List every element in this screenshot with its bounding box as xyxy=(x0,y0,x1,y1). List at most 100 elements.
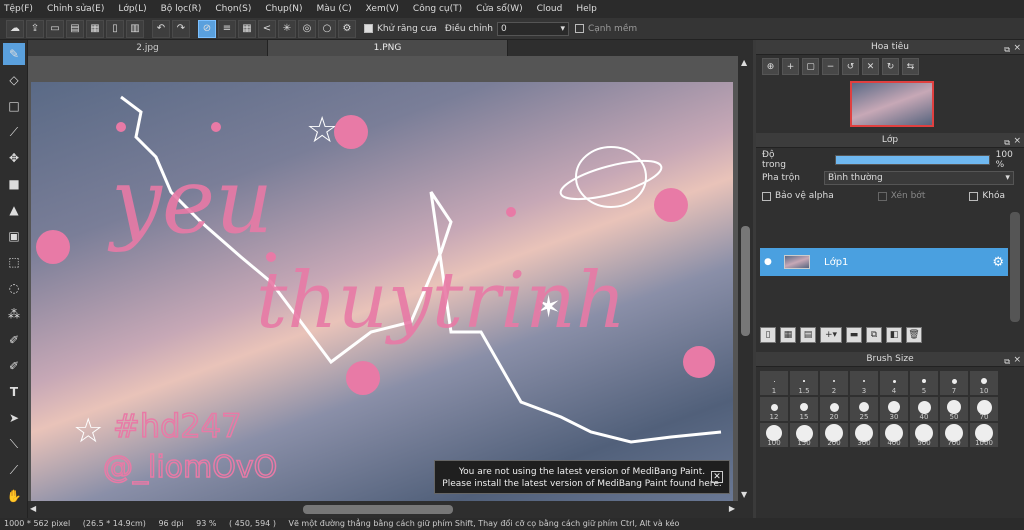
brush-size-23[interactable]: 1000 xyxy=(970,423,998,447)
lock-checkbox[interactable] xyxy=(969,191,979,201)
brush-size-7[interactable]: 10 xyxy=(970,371,998,395)
chat-icon[interactable]: ▤ xyxy=(66,19,84,38)
dot-tool-icon[interactable]: □ xyxy=(3,95,25,117)
menu-item-9[interactable]: Cửa sổ(W) xyxy=(476,4,522,14)
shape-fill-tool-icon[interactable]: ■ xyxy=(3,173,25,195)
brush-size-9[interactable]: 15 xyxy=(790,397,818,421)
gradient-tool-icon[interactable]: ▣ xyxy=(3,225,25,247)
drawing-canvas[interactable]: ☆ ✶ ☆ yeu thuytrinh #hd247 @_liomOvO xyxy=(31,82,733,501)
flip-icon[interactable]: ⇆ xyxy=(902,58,919,75)
perspective-snap-icon[interactable]: < xyxy=(258,19,276,38)
select-pen-tool-icon[interactable]: ✐ xyxy=(3,329,25,351)
brush-size-14[interactable]: 50 xyxy=(940,397,968,421)
new-layer-icon[interactable]: ▯ xyxy=(760,327,776,343)
zoom-in-icon[interactable]: + xyxy=(782,58,799,75)
brush-size-13[interactable]: 40 xyxy=(910,397,938,421)
reset-rotation-icon[interactable]: ✕ xyxy=(862,58,879,75)
brush-size-5[interactable]: 5 xyxy=(910,371,938,395)
merge-icon[interactable]: ⧉ xyxy=(866,327,882,343)
menu-item-5[interactable]: Chụp(N) xyxy=(265,4,302,14)
opacity-slider[interactable] xyxy=(834,155,990,165)
fit-icon[interactable]: ▢ xyxy=(802,58,819,75)
close-icon[interactable]: × xyxy=(1013,41,1021,56)
redo-icon[interactable]: ↷ xyxy=(172,19,190,38)
undo-icon[interactable]: ↶ xyxy=(152,19,170,38)
brush-size-17[interactable]: 150 xyxy=(790,423,818,447)
scroll-up-icon[interactable]: ▲ xyxy=(741,58,747,67)
circle-snap-icon[interactable]: ◎ xyxy=(298,19,316,38)
parallel-snap-icon[interactable]: ≡ xyxy=(218,19,236,38)
horizontal-scroll-thumb[interactable] xyxy=(303,505,453,514)
comment-icon[interactable]: ▭ xyxy=(46,19,64,38)
brush-size-15[interactable]: 70 xyxy=(970,397,998,421)
curve-snap-icon[interactable]: ○ xyxy=(318,19,336,38)
brush-size-0[interactable]: 1 xyxy=(760,371,788,395)
rotate-left-icon[interactable]: ↺ xyxy=(842,58,859,75)
layer-scrollbar[interactable] xyxy=(1010,212,1020,322)
close-icon[interactable]: × xyxy=(1013,134,1021,149)
add-layer-menu-icon[interactable]: +▾ xyxy=(820,327,842,343)
new-8bit-layer-icon[interactable]: ▤ xyxy=(800,327,816,343)
scroll-down-icon[interactable]: ▼ xyxy=(741,490,747,499)
soft-edge-checkbox[interactable] xyxy=(574,24,584,33)
brush-size-19[interactable]: 300 xyxy=(850,423,878,447)
menu-item-8[interactable]: Công cụ(T) xyxy=(413,4,462,14)
menu-item-3[interactable]: Bộ lọc(R) xyxy=(161,4,202,14)
menu-item-2[interactable]: Lớp(L) xyxy=(118,4,146,14)
navigator-preview[interactable] xyxy=(850,81,934,127)
protect-alpha-checkbox[interactable] xyxy=(762,191,771,201)
brush-size-4[interactable]: 4 xyxy=(880,371,908,395)
new-halftone-layer-icon[interactable]: ▦ xyxy=(780,327,796,343)
gear-icon[interactable]: ⚙ xyxy=(992,255,1004,270)
move-tool-icon[interactable]: ✥ xyxy=(3,147,25,169)
brush-size-22[interactable]: 700 xyxy=(940,423,968,447)
zoom-icon[interactable]: ⊕ xyxy=(762,58,779,75)
brush-size-18[interactable]: 200 xyxy=(820,423,848,447)
scroll-left-icon[interactable]: ◀ xyxy=(30,504,36,513)
brush-tool-icon[interactable]: ✎ xyxy=(3,43,25,65)
brush-size-3[interactable]: 3 xyxy=(850,371,878,395)
grid-snap-icon[interactable]: ▦ xyxy=(238,19,256,38)
tab-1png[interactable]: 1.PNG xyxy=(268,40,508,56)
blur-tool-icon[interactable]: ⟋ xyxy=(3,121,25,143)
brush-size-21[interactable]: 500 xyxy=(910,423,938,447)
menu-item-0[interactable]: Tệp(F) xyxy=(4,4,33,14)
rotate-right-icon[interactable]: ↻ xyxy=(882,58,899,75)
visibility-icon[interactable]: ● xyxy=(764,257,772,267)
eraser-tool-icon[interactable]: ◇ xyxy=(3,69,25,91)
radial-snap-icon[interactable]: ✳ xyxy=(278,19,296,38)
brush-size-16[interactable]: 100 xyxy=(760,423,788,447)
cloud-icon[interactable]: ☁ xyxy=(6,19,24,38)
popout-icon[interactable]: ⧉ xyxy=(1004,42,1010,57)
tab-2jpg[interactable]: 2.jpg xyxy=(28,40,268,56)
snap-settings-icon[interactable]: ⚙ xyxy=(338,19,356,38)
operation-tool-icon[interactable]: ➤ xyxy=(3,407,25,429)
document-icon[interactable]: ▦ xyxy=(86,19,104,38)
antialias-checkbox[interactable] xyxy=(364,24,373,33)
brush-size-20[interactable]: 400 xyxy=(880,423,908,447)
brush-size-10[interactable]: 20 xyxy=(820,397,848,421)
brush-size-11[interactable]: 25 xyxy=(850,397,878,421)
blend-mode-dropdown[interactable]: Bình thường ▾ xyxy=(823,171,1014,185)
vertical-scrollbar[interactable]: ▲ ▼ xyxy=(738,56,753,501)
save-icon[interactable]: ▥ xyxy=(126,19,144,38)
text-tool-icon[interactable]: T xyxy=(3,381,25,403)
hand-tool-icon[interactable]: ✋ xyxy=(3,485,25,507)
zoom-out-icon[interactable]: − xyxy=(822,58,839,75)
folder-icon[interactable]: ▬ xyxy=(846,327,862,343)
share-icon[interactable]: ⇪ xyxy=(26,19,44,38)
layer-item[interactable]: ● Lớp1 ⚙ xyxy=(760,248,1008,276)
close-icon[interactable]: ✕ xyxy=(711,471,723,483)
vertical-scroll-thumb[interactable] xyxy=(741,226,750,336)
brush-size-2[interactable]: 2 xyxy=(820,371,848,395)
layer-property-icon[interactable]: ◧ xyxy=(886,327,902,343)
popout-icon[interactable]: ⧉ xyxy=(1004,135,1010,150)
update-notification[interactable]: You are not using the latest version of … xyxy=(434,460,730,494)
magic-wand-tool-icon[interactable]: ⁂ xyxy=(3,303,25,325)
horizontal-scrollbar[interactable]: ◀ ▶ xyxy=(28,501,753,518)
eyedropper-tool-icon[interactable]: ⟋ xyxy=(3,459,25,481)
menu-item-10[interactable]: Cloud xyxy=(537,4,563,14)
select-tool-icon[interactable]: ⬚ xyxy=(3,251,25,273)
divide-tool-icon[interactable]: ⟍ xyxy=(3,433,25,455)
clipping-checkbox[interactable] xyxy=(877,191,887,201)
